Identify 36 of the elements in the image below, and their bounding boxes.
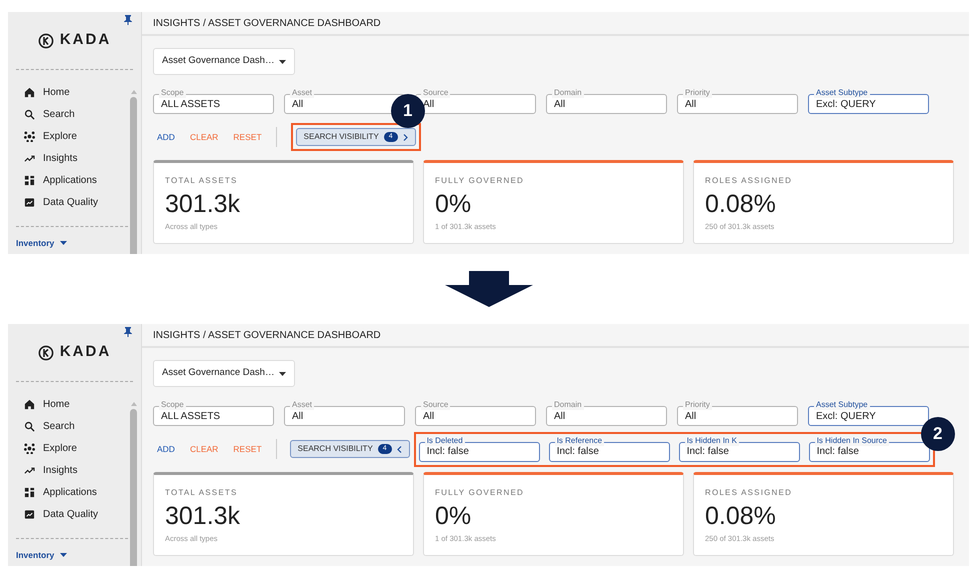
card-title: ROLES ASSIGNED (705, 175, 792, 187)
card-value: 0% (435, 501, 472, 531)
nav-item[interactable]: Home (16, 393, 126, 415)
dashboard-select[interactable]: Asset Governance Dash… (153, 360, 296, 387)
card-title: TOTAL ASSETS (165, 175, 238, 187)
breadcrumb: INSIGHTS / ASSET GOVERNANCE DASHBOARD (153, 328, 381, 342)
card-title: TOTAL ASSETS (165, 487, 238, 499)
action-link[interactable]: ADD (157, 442, 175, 456)
card-value: 0.08% (705, 501, 776, 531)
card-value: 0.08% (705, 189, 776, 219)
callout-badge: 2 (920, 416, 955, 450)
section-dropdown[interactable]: Inventory (16, 549, 68, 562)
nav-item[interactable]: Data Quality (16, 191, 126, 213)
logo-text: KADA (60, 342, 112, 362)
section-dropdown[interactable]: Inventory (16, 237, 68, 250)
nav-item[interactable]: Applications (16, 169, 126, 191)
action-link[interactable]: ADD (157, 130, 175, 144)
dashboard-select[interactable]: Asset Governance Dash… (153, 48, 296, 75)
nav-item[interactable]: Home (16, 81, 126, 103)
callout-badge: 1 (390, 94, 425, 128)
card-value: 0% (435, 189, 472, 219)
card-value: 301.3k (165, 501, 240, 531)
nav-item[interactable]: Explore (16, 437, 126, 459)
card-title: ROLES ASSIGNED (705, 487, 792, 499)
nav-item[interactable]: Search (16, 415, 126, 437)
card-title: FULLY GOVERNED (435, 175, 524, 187)
card-title: FULLY GOVERNED (435, 487, 524, 499)
nav-item[interactable]: Data Quality (16, 503, 126, 525)
breadcrumb: INSIGHTS / ASSET GOVERNANCE DASHBOARD (153, 16, 381, 30)
nav-item[interactable]: Insights (16, 459, 126, 481)
nav-item[interactable]: Search (16, 103, 126, 125)
nav-item[interactable]: Applications (16, 481, 126, 503)
card-value: 301.3k (165, 189, 240, 219)
nav-item[interactable]: Explore (16, 125, 126, 147)
logo-text: KADA (60, 30, 112, 50)
nav-item[interactable]: Insights (16, 147, 126, 169)
